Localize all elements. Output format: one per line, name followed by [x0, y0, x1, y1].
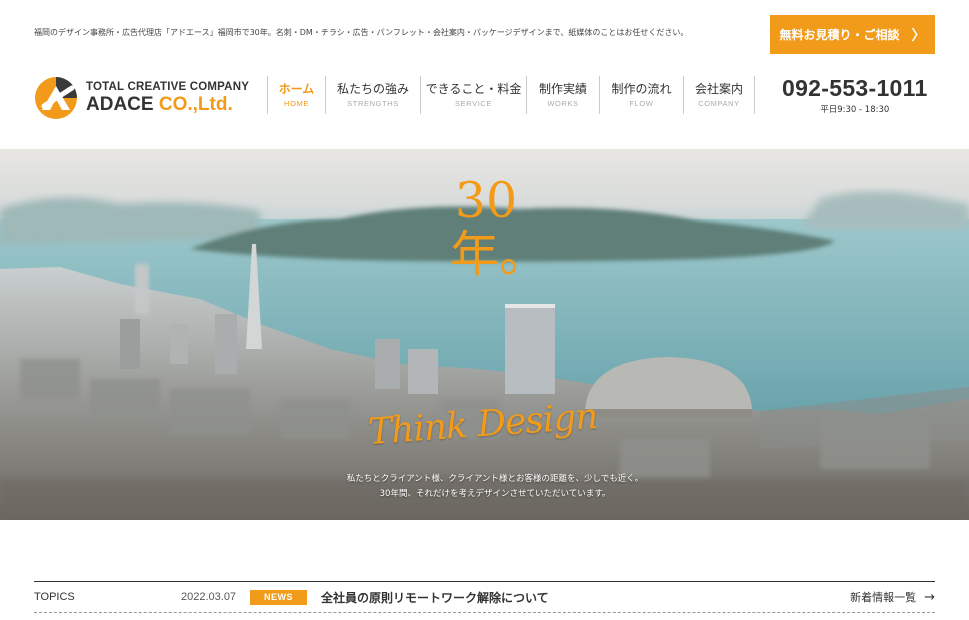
nav-label: 制作の流れ: [611, 82, 672, 96]
hero-heading: 30 年。: [450, 172, 549, 283]
hero-banner: 30 年。 Think Design 私たちとクライアント様、クライアント様とお…: [0, 149, 969, 520]
company-logo[interactable]: TOTAL CREATIVE COMPANY ADACE CO.,Ltd.: [34, 75, 249, 121]
nav-item-flow[interactable]: 制作の流れ FLOW: [599, 76, 683, 114]
hero-heading-line1: 30: [454, 172, 518, 229]
hero-heading-line2: 年。: [450, 226, 549, 283]
nav-label: 会社案内: [694, 82, 743, 96]
phone-number[interactable]: 092-553-1011: [782, 76, 928, 101]
hero-copy: 私たちとクライアント様、クライアント様とお客様の距離を、少しでも近く。 30年間…: [250, 472, 740, 502]
topics-label: TOPICS: [34, 591, 75, 603]
logo-name-main: ADACE: [86, 93, 154, 115]
global-nav: ホーム HOME 私たちの強み STRENGTHS できること・料金 SERVI…: [267, 76, 755, 114]
nav-sublabel: HOME: [284, 99, 309, 108]
logo-name-suffix: CO.,Ltd.: [158, 93, 233, 115]
free-estimate-button[interactable]: 無料お見積り・ご相談 〉: [770, 15, 935, 54]
topics-bar: TOPICS 2022.03.07 NEWS 全社員の原則リモートワーク解除につ…: [34, 581, 935, 613]
nav-item-company[interactable]: 会社案内 COMPANY: [683, 76, 755, 114]
nav-sublabel: STRENGTHS: [347, 99, 399, 108]
topic-title-link[interactable]: 全社員の原則リモートワーク解除について: [321, 589, 549, 606]
nav-sublabel: WORKS: [547, 99, 579, 108]
arrow-right-icon: →: [924, 589, 935, 605]
business-hours: 平日9:30 - 18:30: [820, 105, 890, 115]
header-tagline: 福岡のデザイン事務所・広告代理店「アドエース」福岡市で30年。名刺・DM・チラシ…: [34, 28, 689, 37]
nav-item-works[interactable]: 制作実績 WORKS: [526, 76, 599, 114]
logo-name: ADACE CO.,Ltd.: [86, 94, 249, 116]
cta-label: 無料お見積り・ご相談: [779, 28, 900, 42]
news-badge: NEWS: [250, 589, 307, 605]
nav-sublabel: SERVICE: [455, 99, 492, 108]
nav-sublabel: COMPANY: [698, 99, 740, 108]
topic-date: 2022.03.07: [181, 591, 237, 603]
nav-item-service[interactable]: できること・料金 SERVICE: [420, 76, 526, 114]
nav-item-home[interactable]: ホーム HOME: [267, 76, 325, 114]
nav-label: できること・料金: [425, 82, 522, 96]
adace-logo-mark: [34, 76, 78, 120]
chevron-right-icon: 〉: [911, 27, 926, 44]
news-list-link[interactable]: 新着情報一覧 →: [850, 589, 935, 605]
nav-sublabel: FLOW: [629, 99, 654, 108]
logo-subtitle: TOTAL CREATIVE COMPANY: [86, 80, 250, 93]
nav-label: ホーム: [278, 82, 315, 96]
hero-copy-line2: 30年間、それだけを考えデザインさせていただいています。: [379, 489, 611, 499]
hero-copy-line1: 私たちとクライアント様、クライアント様とお客様の距離を、少しでも近く。: [346, 474, 644, 484]
nav-item-strengths[interactable]: 私たちの強み STRENGTHS: [325, 76, 420, 114]
nav-label: 制作実績: [538, 82, 587, 96]
news-list-label: 新着情報一覧: [850, 591, 917, 604]
phone-contact[interactable]: 092-553-1011 平日9:30 - 18:30: [782, 76, 928, 116]
nav-label: 私たちの強み: [336, 82, 409, 96]
